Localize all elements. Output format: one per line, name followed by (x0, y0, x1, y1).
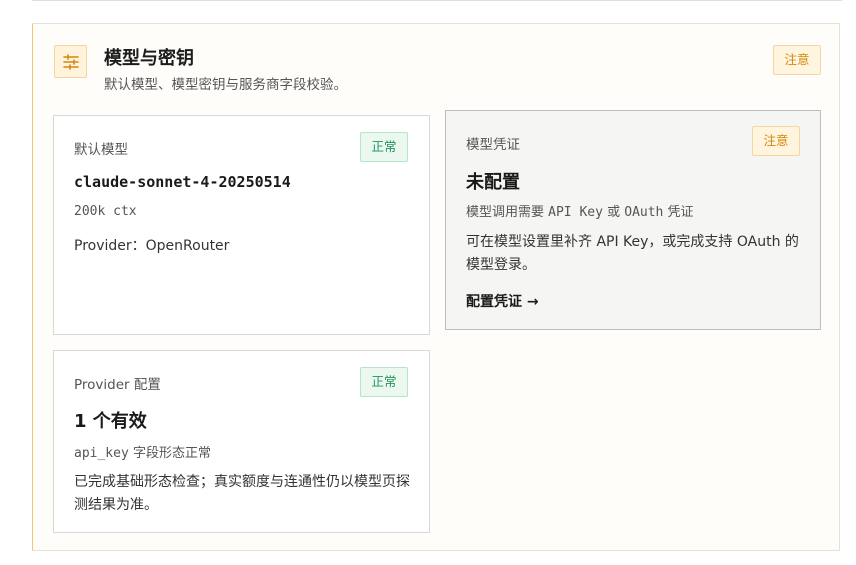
provider-config-card: Provider 配置 正常 1 个有效 api_key 字段形态正常 已完成基… (53, 350, 430, 533)
previous-section-card (32, 0, 842, 1)
configure-credentials-link[interactable]: 配置凭证 → (466, 291, 539, 311)
section-subtitle: 默认模型、模型密钥与服务商字段校验。 (104, 77, 347, 93)
provider-check-description: 已完成基础形态检查；真实额度与连通性仍以模型页探测结果为准。 (74, 474, 410, 513)
section-status-badge: 注意 (773, 45, 821, 75)
model-id: claude-sonnet-4-20250514 (74, 173, 291, 191)
field-check-line: api_key 字段形态正常 (74, 446, 211, 461)
status-badge: 正常 (360, 367, 408, 397)
credential-hint: 模型调用需要 API Key 或 OAuth 凭证 (466, 205, 694, 220)
section-title: 模型与密钥 (104, 48, 194, 69)
credential-description: 可在模型设置里补齐 API Key，或完成支持 OAuth 的模型登录。 (466, 234, 799, 273)
context-size: 200k ctx (74, 204, 137, 219)
status-badge: 正常 (360, 132, 408, 162)
model-credentials-card: 模型凭证 注意 未配置 模型调用需要 API Key 或 OAuth 凭证 可在… (445, 110, 821, 330)
card-label: 默认模型 (74, 142, 128, 158)
sliders-icon (54, 45, 87, 78)
card-label: 模型凭证 (466, 137, 520, 153)
provider-name: Provider：OpenRouter (74, 238, 230, 254)
credential-status-title: 未配置 (466, 172, 520, 193)
default-model-card: 默认模型 正常 claude-sonnet-4-20250514 200k ct… (53, 115, 430, 335)
provider-valid-count: 1 个有效 (74, 411, 147, 432)
card-label: Provider 配置 (74, 377, 161, 393)
status-badge: 注意 (752, 126, 800, 156)
